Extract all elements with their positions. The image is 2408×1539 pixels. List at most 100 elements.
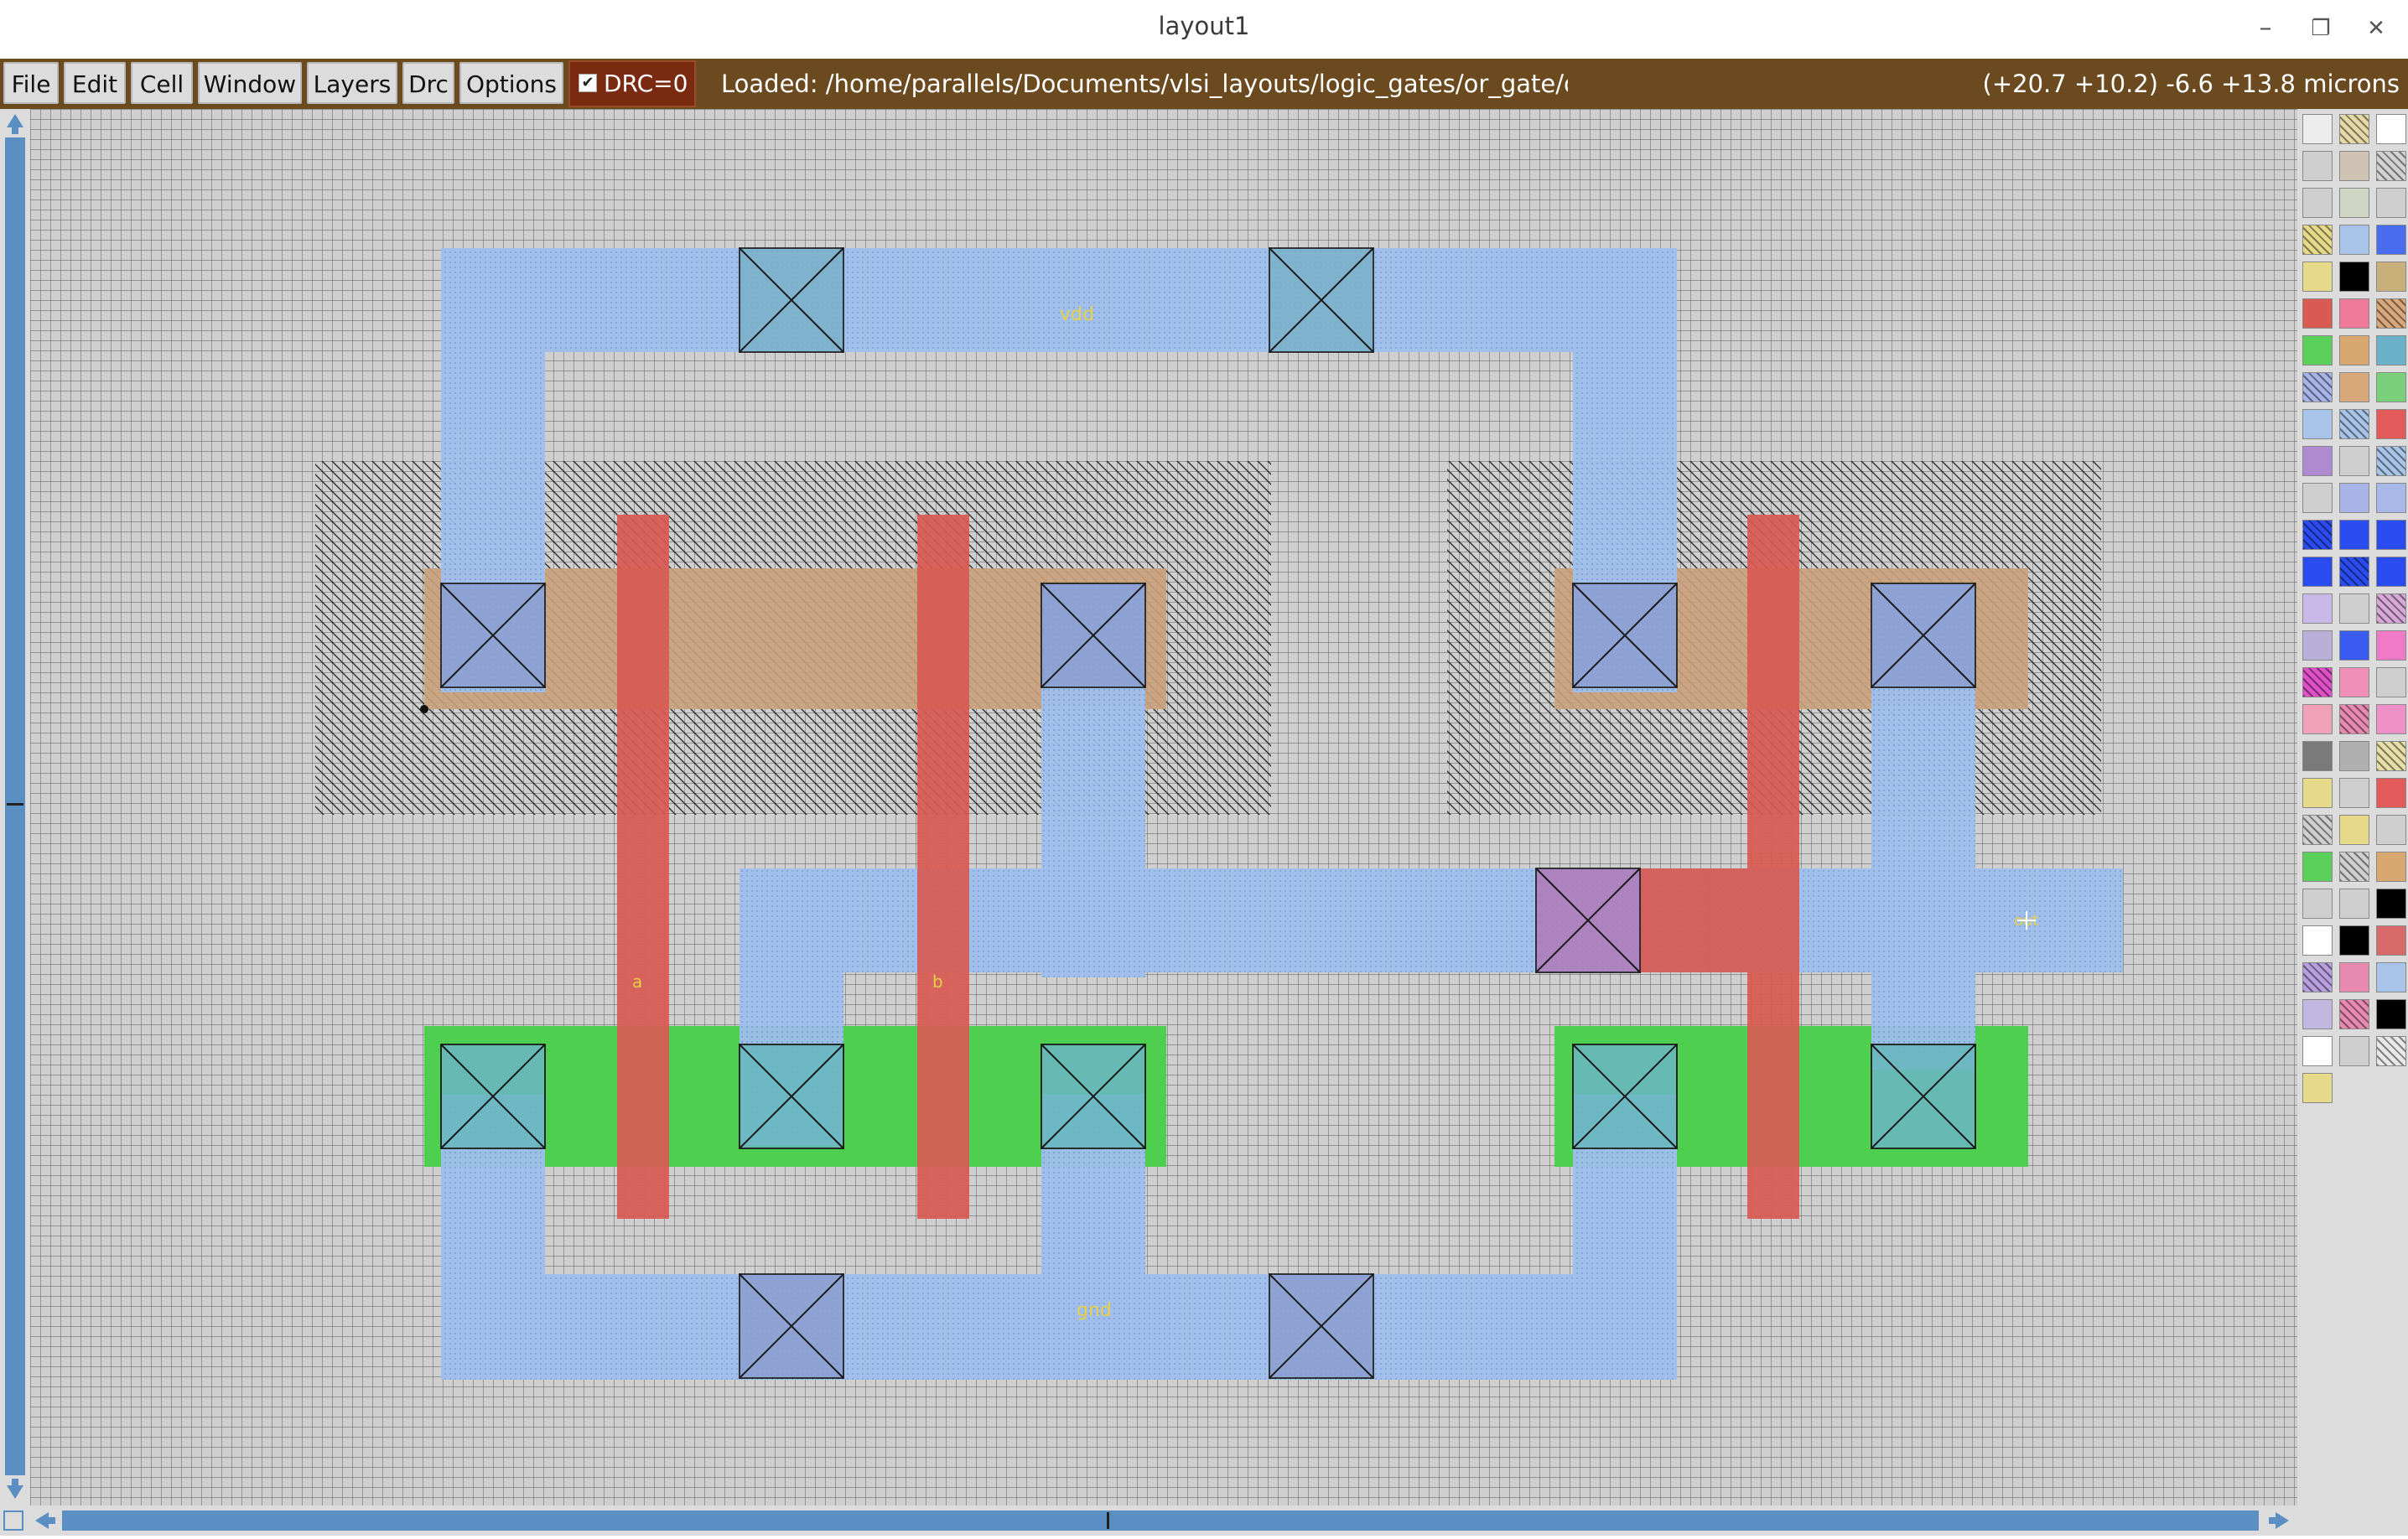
layer-swatch[interactable] xyxy=(2376,483,2406,513)
layer-swatch[interactable] xyxy=(2302,372,2333,402)
layer-swatch[interactable] xyxy=(2302,188,2333,218)
layer-swatch[interactable] xyxy=(2339,667,2369,697)
layer-swatch[interactable] xyxy=(2376,852,2406,882)
layout-canvas[interactable]: vdd gnd a b out xyxy=(30,109,2297,1505)
layer-swatch[interactable] xyxy=(2302,335,2333,365)
layer-swatch[interactable] xyxy=(2339,593,2369,624)
horizontal-scrollbar[interactable] xyxy=(0,1505,2297,1536)
layer-swatch[interactable] xyxy=(2339,335,2369,365)
drc-toggle[interactable]: ✔ DRC=0 xyxy=(568,60,696,107)
layer-swatch[interactable] xyxy=(2339,1036,2369,1066)
layer-swatch[interactable] xyxy=(2376,925,2406,956)
layer-swatch[interactable] xyxy=(2302,298,2333,329)
vertical-scroll-thumb[interactable] xyxy=(5,137,25,1475)
layer-swatch[interactable] xyxy=(2302,704,2333,734)
layer-swatch[interactable] xyxy=(2376,704,2406,734)
close-button[interactable]: ✕ xyxy=(2358,10,2395,47)
layer-swatch[interactable] xyxy=(2302,483,2333,513)
layer-swatch[interactable] xyxy=(2376,889,2406,919)
layer-swatch[interactable] xyxy=(2376,741,2406,771)
layer-swatch[interactable] xyxy=(2339,925,2369,956)
scroll-right-arrow-icon[interactable] xyxy=(2264,1505,2294,1536)
layer-swatch[interactable] xyxy=(2376,593,2406,624)
layer-swatch[interactable] xyxy=(2339,262,2369,292)
layer-swatch[interactable] xyxy=(2302,852,2333,882)
layer-swatch[interactable] xyxy=(2376,557,2406,587)
scroll-up-arrow-icon[interactable] xyxy=(0,109,30,137)
layer-swatch[interactable] xyxy=(2302,225,2333,255)
layer-swatch[interactable] xyxy=(2376,446,2406,476)
menu-file[interactable]: File xyxy=(3,62,59,104)
menu-window[interactable]: Window xyxy=(198,62,302,104)
horizontal-scroll-thumb[interactable] xyxy=(62,1510,2259,1531)
layer-swatch[interactable] xyxy=(2339,298,2369,329)
menu-drc[interactable]: Drc xyxy=(402,62,454,104)
layer-swatch[interactable] xyxy=(2376,962,2406,992)
layer-swatch[interactable] xyxy=(2339,815,2369,845)
layer-swatch[interactable] xyxy=(2376,778,2406,808)
layer-swatch[interactable] xyxy=(2376,188,2406,218)
layer-swatch[interactable] xyxy=(2302,151,2333,181)
layer-swatch[interactable] xyxy=(2339,114,2369,144)
layer-swatch[interactable] xyxy=(2376,225,2406,255)
layer-swatch[interactable] xyxy=(2339,741,2369,771)
layer-swatch[interactable] xyxy=(2302,925,2333,956)
layer-swatch[interactable] xyxy=(2376,815,2406,845)
maximize-button[interactable]: ❐ xyxy=(2302,10,2339,47)
layer-swatch[interactable] xyxy=(2302,557,2333,587)
layer-swatch[interactable] xyxy=(2302,1073,2333,1103)
drc-checkbox-icon[interactable]: ✔ xyxy=(579,74,597,92)
menu-cell[interactable]: Cell xyxy=(131,62,193,104)
vertical-scrollbar[interactable] xyxy=(0,109,30,1510)
layer-swatch[interactable] xyxy=(2339,151,2369,181)
layer-swatch[interactable] xyxy=(2339,630,2369,661)
menu-layers[interactable]: Layers xyxy=(307,62,397,104)
layer-swatch[interactable] xyxy=(2376,151,2406,181)
layer-swatch[interactable] xyxy=(2376,667,2406,697)
layer-swatch[interactable] xyxy=(2302,409,2333,439)
layer-swatch[interactable] xyxy=(2376,409,2406,439)
layer-swatch[interactable] xyxy=(2376,114,2406,144)
layer-swatch[interactable] xyxy=(2376,372,2406,402)
layer-swatch[interactable] xyxy=(2339,962,2369,992)
layer-swatch[interactable] xyxy=(2339,889,2369,919)
layer-swatch[interactable] xyxy=(2339,225,2369,255)
layout-drawing[interactable]: vdd gnd a b out xyxy=(30,109,2297,1505)
layer-swatch[interactable] xyxy=(2376,520,2406,550)
layer-swatch[interactable] xyxy=(2339,188,2369,218)
layer-swatch[interactable] xyxy=(2376,335,2406,365)
layer-swatch[interactable] xyxy=(2339,409,2369,439)
layer-swatch[interactable] xyxy=(2376,298,2406,329)
minimize-button[interactable]: – xyxy=(2247,10,2284,47)
layer-swatch[interactable] xyxy=(2339,520,2369,550)
scroll-down-arrow-icon[interactable] xyxy=(0,1475,30,1504)
layer-swatch[interactable] xyxy=(2339,372,2369,402)
layer-swatch[interactable] xyxy=(2302,999,2333,1029)
layer-swatch[interactable] xyxy=(2302,520,2333,550)
layer-swatch[interactable] xyxy=(2302,446,2333,476)
layer-swatch[interactable] xyxy=(2376,630,2406,661)
layer-swatch[interactable] xyxy=(2339,446,2369,476)
layer-swatch[interactable] xyxy=(2302,815,2333,845)
layer-swatch[interactable] xyxy=(2339,778,2369,808)
layer-swatch[interactable] xyxy=(2302,630,2333,661)
layer-swatch[interactable] xyxy=(2302,962,2333,992)
menu-edit[interactable]: Edit xyxy=(64,62,126,104)
layer-swatch[interactable] xyxy=(2302,667,2333,697)
layer-swatch[interactable] xyxy=(2339,483,2369,513)
scroll-corner-icon[interactable] xyxy=(3,1510,23,1531)
layer-swatch[interactable] xyxy=(2376,262,2406,292)
layer-swatch[interactable] xyxy=(2302,1036,2333,1066)
layer-swatch[interactable] xyxy=(2302,114,2333,144)
layer-swatch[interactable] xyxy=(2302,889,2333,919)
layer-swatch[interactable] xyxy=(2376,999,2406,1029)
layer-swatch[interactable] xyxy=(2302,262,2333,292)
layer-swatch[interactable] xyxy=(2339,704,2369,734)
layer-swatch[interactable] xyxy=(2302,741,2333,771)
layer-swatch[interactable] xyxy=(2339,999,2369,1029)
menu-options[interactable]: Options xyxy=(459,62,563,104)
layer-swatch[interactable] xyxy=(2302,778,2333,808)
layer-swatch[interactable] xyxy=(2339,557,2369,587)
scroll-left-arrow-icon[interactable] xyxy=(30,1505,60,1536)
layer-swatch[interactable] xyxy=(2376,1036,2406,1066)
